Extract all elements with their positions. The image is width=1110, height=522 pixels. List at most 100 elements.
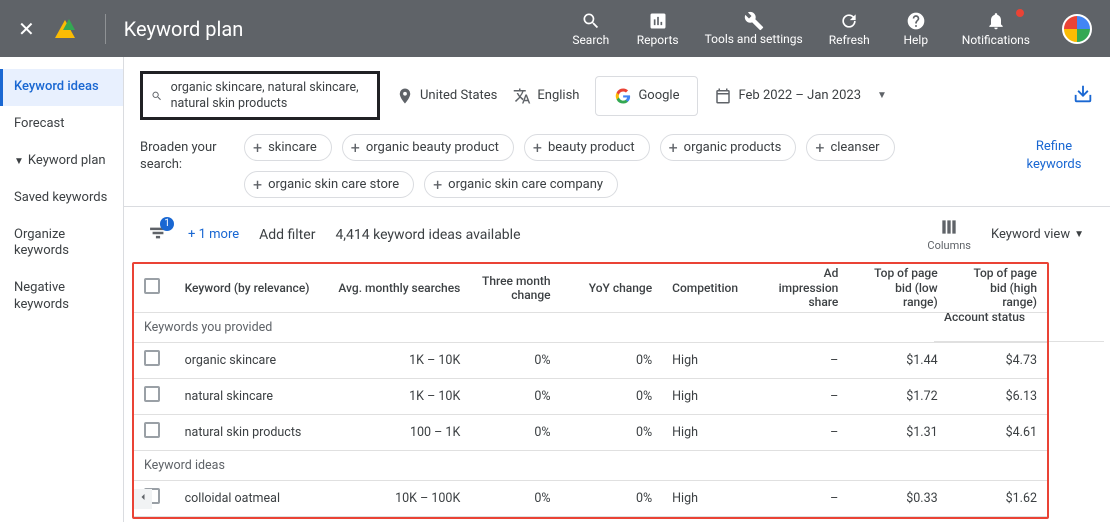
cell-ad-impr: – — [752, 480, 848, 516]
nav-tools[interactable]: Tools and settings — [705, 11, 803, 47]
select-all-checkbox[interactable] — [144, 278, 160, 294]
help-icon — [906, 11, 926, 31]
col-bid-high[interactable]: Top of page bid (high range) — [948, 264, 1047, 312]
col-bid-low[interactable]: Top of page bid (low range) — [848, 264, 947, 312]
plus-icon: + — [533, 142, 542, 154]
cell-ad-impr: – — [752, 378, 848, 414]
table-section: Keywords you provided — [134, 312, 1047, 342]
calendar-icon — [714, 87, 732, 105]
nav-reports[interactable]: Reports — [637, 11, 679, 47]
col-ad-impr[interactable]: Ad impression share — [752, 264, 848, 312]
broaden-chip[interactable]: +cleanser — [806, 134, 894, 161]
sidebar: Keyword ideas Forecast ▼Keyword plan Sav… — [0, 57, 124, 522]
col-avg[interactable]: Avg. monthly searches — [321, 264, 470, 312]
broaden-chip[interactable]: +skincare — [244, 134, 332, 161]
sidebar-item-saved-keywords[interactable]: Saved keywords — [0, 180, 123, 217]
nav-help[interactable]: Help — [896, 11, 936, 47]
ideas-count: 4,414 keyword ideas available — [335, 227, 520, 243]
cell-competition: High — [662, 414, 752, 450]
search-terms-box[interactable]: organic skincare, natural skincare, natu… — [140, 71, 380, 120]
cell-bid-low: $0.33 — [848, 480, 947, 516]
cell-competition: High — [662, 342, 752, 378]
cell-avg: 10K – 100K — [321, 480, 470, 516]
cell-ad-impr: – — [752, 414, 848, 450]
col-keyword[interactable]: Keyword (by relevance) — [175, 264, 322, 312]
cell-competition: High — [662, 378, 752, 414]
language-filter[interactable]: English — [513, 87, 579, 105]
cell-keyword: natural skincare — [175, 378, 322, 414]
sidebar-item-organize-keywords[interactable]: Organize keywords — [0, 217, 123, 271]
table-row: colloidal oatmeal10K – 100K0%0%High–$0.3… — [134, 480, 1047, 516]
avatar[interactable] — [1062, 14, 1092, 44]
cell-three-month: 0% — [470, 378, 560, 414]
chevron-down-icon: ▼ — [14, 155, 24, 168]
more-filters-link[interactable]: + 1 more — [188, 227, 239, 242]
plus-icon: + — [815, 142, 824, 154]
location-filter[interactable]: United States — [396, 87, 497, 105]
plus-icon: + — [433, 179, 442, 191]
broaden-chip[interactable]: +organic beauty product — [342, 134, 514, 161]
col-yoy[interactable]: YoY change — [561, 264, 663, 312]
network-filter[interactable]: Google — [595, 76, 698, 116]
cell-bid-high: $4.73 — [948, 342, 1047, 378]
columns-button[interactable]: Columns — [927, 217, 971, 252]
chevron-left-icon — [137, 491, 149, 503]
chevron-down-icon: ▼ — [1074, 229, 1084, 240]
add-filter-link[interactable]: Add filter — [259, 227, 315, 243]
date-range-filter[interactable]: Feb 2022 – Jan 2023 ▼ — [714, 87, 886, 105]
row-checkbox[interactable] — [144, 350, 160, 366]
search-icon — [581, 11, 601, 31]
table-row: organic skincare1K – 10K0%0%High–$1.44$4… — [134, 342, 1047, 378]
cell-yoy: 0% — [561, 414, 663, 450]
col-three-month[interactable]: Three month change — [470, 264, 560, 312]
plus-icon: + — [669, 142, 678, 154]
row-checkbox[interactable] — [144, 386, 160, 402]
cell-bid-high: $1.62 — [948, 480, 1047, 516]
cell-three-month: 0% — [470, 342, 560, 378]
download-button[interactable] — [1072, 83, 1094, 109]
cell-yoy: 0% — [561, 480, 663, 516]
refresh-icon — [839, 11, 859, 31]
cell-keyword: organic skincare — [175, 342, 322, 378]
google-icon — [614, 87, 632, 105]
keyword-table: Keyword (by relevance) Avg. monthly sear… — [132, 262, 1049, 519]
cell-keyword: colloidal oatmeal — [175, 480, 322, 516]
cell-avg: 100 – 1K — [321, 414, 470, 450]
nav-notifications[interactable]: Notifications — [962, 11, 1030, 47]
reports-icon — [648, 11, 668, 31]
cell-bid-low: $1.72 — [848, 378, 947, 414]
cell-avg: 1K – 10K — [321, 378, 470, 414]
location-icon — [396, 87, 414, 105]
broaden-chip[interactable]: +organic skin care company — [424, 171, 618, 198]
filter-funnel-button[interactable]: 1 — [148, 223, 168, 247]
close-icon[interactable]: ✕ — [18, 17, 35, 41]
cell-three-month: 0% — [470, 480, 560, 516]
cell-ad-impr: – — [752, 342, 848, 378]
cell-bid-low: $1.44 — [848, 342, 947, 378]
language-icon — [513, 87, 531, 105]
search-icon — [151, 87, 163, 105]
nav-search[interactable]: Search — [571, 11, 611, 47]
collapse-handle[interactable] — [134, 489, 152, 509]
cell-keyword: natural skin products — [175, 414, 322, 450]
sidebar-item-negative-keywords[interactable]: Negative keywords — [0, 270, 123, 324]
refine-keywords-link[interactable]: Refine keywords — [1014, 134, 1094, 174]
google-ads-logo — [55, 20, 75, 38]
dropdown-caret-icon: ▼ — [877, 90, 887, 101]
keyword-view-dropdown[interactable]: Keyword view ▼ — [991, 227, 1084, 242]
notification-badge — [1016, 9, 1024, 17]
plus-icon: + — [253, 179, 262, 191]
download-icon — [1072, 83, 1094, 105]
sidebar-item-keyword-ideas[interactable]: Keyword ideas — [0, 69, 123, 106]
broaden-chip[interactable]: +organic products — [660, 134, 797, 161]
broaden-chip[interactable]: +organic skin care store — [244, 171, 414, 198]
sidebar-item-forecast[interactable]: Forecast — [0, 106, 123, 143]
cell-competition: High — [662, 480, 752, 516]
col-competition[interactable]: Competition — [662, 264, 752, 312]
plus-icon: + — [351, 142, 360, 154]
row-checkbox[interactable] — [144, 422, 160, 438]
broaden-chip[interactable]: +beauty product — [524, 134, 650, 161]
page-title: Keyword plan — [124, 17, 244, 41]
nav-refresh[interactable]: Refresh — [829, 11, 870, 47]
sidebar-item-keyword-plan[interactable]: ▼Keyword plan — [0, 143, 123, 180]
